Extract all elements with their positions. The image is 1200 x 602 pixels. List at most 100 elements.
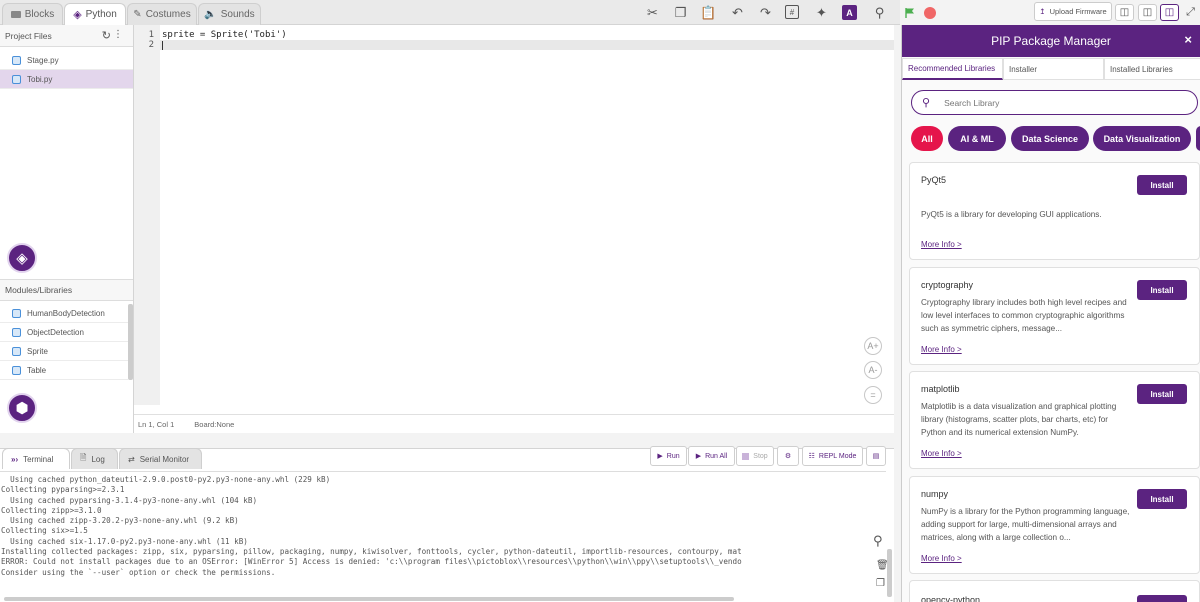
filter-data-science[interactable]: Data Science — [1011, 126, 1089, 151]
upload-firmware-button[interactable]: ↥ Upload Firmware — [1034, 2, 1112, 21]
library-search-input[interactable]: ⚲ — [911, 90, 1198, 115]
run-button[interactable]: ▶ Run — [650, 446, 687, 466]
camera-icon[interactable]: ◫ — [1115, 4, 1134, 21]
tab-installer[interactable]: Installer — [1003, 58, 1104, 80]
install-button[interactable]: Install — [1137, 280, 1187, 300]
terminal-output[interactable]: Using cached python_dateutil-2.9.0.post0… — [0, 471, 886, 593]
install-label: Install — [1150, 285, 1174, 295]
refresh-icon[interactable]: ↻ — [102, 29, 111, 42]
package-name: numpy — [921, 489, 949, 499]
upload-icon: ↥ — [1039, 7, 1046, 16]
copy-terminal-icon[interactable]: ❐ — [876, 578, 885, 589]
tab-recommended-libraries[interactable]: Recommended Libraries — [902, 58, 1003, 80]
install-label: Install — [1150, 180, 1174, 190]
filter-ai-ml[interactable]: AI & ML — [948, 126, 1006, 151]
debug-button[interactable]: ⚙ — [777, 446, 799, 466]
redo-icon[interactable]: ↷ — [757, 4, 774, 21]
upload-firmware-label: Upload Firmware — [1049, 7, 1107, 16]
expand-panel-button[interactable]: ▤ — [866, 446, 886, 466]
tab-serial-monitor[interactable]: ⇄ Serial Monitor — [119, 448, 202, 469]
repl-label: REPL Mode — [818, 452, 857, 460]
module-item-label: Sprite — [27, 346, 48, 356]
module-item-objectdetection[interactable]: ObjectDetection — [0, 323, 128, 342]
stop-square-icon — [742, 452, 750, 460]
more-info-link[interactable]: More Info > — [921, 554, 962, 563]
stop-button[interactable]: Stop — [736, 446, 774, 466]
magic-wand-icon[interactable]: ✦ — [813, 4, 830, 21]
add-module-button[interactable]: ⬢ — [7, 393, 37, 423]
tab-installed-libraries[interactable]: Installed Libraries — [1104, 58, 1200, 80]
code-line[interactable] — [162, 40, 862, 50]
tab-python[interactable]: ◈ Python — [64, 3, 126, 25]
terminal-line: Using cached six-1.17.0-py2.py3-none-any… — [1, 536, 248, 546]
tab-sounds-label: Sounds — [220, 9, 255, 20]
file-item-tobi[interactable]: Tobi.py — [0, 70, 133, 89]
close-icon[interactable]: × — [1184, 32, 1192, 47]
modules-scrollbar[interactable] — [128, 304, 133, 380]
tab-recommended-label: Recommended Libraries — [908, 63, 996, 73]
terminal-horizontal-scrollbar[interactable] — [4, 597, 734, 601]
green-flag-icon[interactable] — [901, 4, 918, 21]
zoom-out-icon[interactable]: A- — [864, 361, 882, 379]
more-info-link[interactable]: More Info > — [921, 240, 962, 249]
terminal-line: Collecting six>=1.5 — [1, 526, 88, 536]
layout-small-stage-icon[interactable]: ◫ — [1138, 4, 1157, 21]
code-lines[interactable]: sprite = Sprite('Tobi') — [162, 30, 862, 50]
package-description: Matplotlib is a data visualization and g… — [921, 402, 1117, 437]
more-options-icon[interactable]: ⋮ — [113, 29, 123, 40]
tab-serial-monitor-label: Serial Monitor — [139, 454, 190, 464]
module-item-humanbody[interactable]: HumanBodyDetection — [0, 304, 128, 323]
add-file-button[interactable]: ◈ — [7, 243, 37, 273]
install-button[interactable]: Install — [1137, 595, 1187, 602]
filter-all[interactable]: All — [911, 126, 943, 151]
code-editor[interactable]: 1 2 sprite = Sprite('Tobi') A+ A- = Ln 1… — [134, 25, 894, 433]
tab-costumes-label: Costumes — [145, 9, 191, 20]
filter-label: All — [921, 133, 933, 144]
zoom-reset-icon[interactable]: = — [864, 386, 882, 404]
filter-label: Data Science — [1021, 133, 1079, 144]
install-button[interactable]: Install — [1137, 175, 1187, 195]
library-search-field[interactable] — [944, 97, 1165, 108]
comment-icon[interactable]: # — [785, 5, 799, 19]
install-button[interactable]: Install — [1137, 489, 1187, 509]
project-files-title: Project Files — [5, 30, 52, 41]
tab-sounds[interactable]: 🔈 Sounds — [198, 3, 261, 25]
filter-data-visualization[interactable]: Data Visualization — [1093, 126, 1191, 151]
text-cursor — [162, 41, 163, 50]
undo-icon[interactable]: ↶ — [729, 4, 746, 21]
brush-icon: ✎ — [133, 9, 142, 20]
terminal-search-icon[interactable]: ⚲ — [873, 533, 883, 549]
zoom-in-icon[interactable]: A+ — [864, 337, 882, 355]
python-file-icon — [12, 55, 21, 65]
stop-icon[interactable] — [921, 4, 938, 21]
code-line[interactable]: sprite = Sprite('Tobi') — [162, 30, 862, 40]
log-icon: 🗎 — [80, 453, 87, 462]
module-item-label: HumanBodyDetection — [27, 308, 105, 318]
module-item-table[interactable]: Table — [0, 361, 128, 380]
font-style-icon[interactable]: A — [842, 5, 857, 20]
package-name: PyQt5 — [921, 175, 947, 185]
tab-costumes[interactable]: ✎ Costumes — [127, 3, 197, 25]
tab-log[interactable]: 🗎 Log — [71, 448, 118, 469]
more-info-link[interactable]: More Info > — [921, 449, 962, 458]
install-button[interactable]: Install — [1137, 384, 1187, 404]
repl-mode-button[interactable]: ☷ REPL Mode — [802, 446, 863, 466]
more-info-link[interactable]: More Info > — [921, 345, 962, 354]
tab-installer-label: Installer — [1009, 64, 1038, 74]
layout-large-stage-icon[interactable]: ◫ — [1160, 4, 1179, 21]
tab-terminal[interactable]: »› Terminal — [2, 448, 70, 469]
run-all-button[interactable]: ▶ Run All — [688, 446, 735, 466]
copy-icon[interactable]: ❐ — [672, 4, 689, 21]
terminal-vertical-scrollbar[interactable] — [887, 549, 892, 597]
filter-next-partial[interactable] — [1196, 126, 1200, 151]
tab-blocks[interactable]: Blocks — [2, 3, 63, 25]
module-item-sprite[interactable]: Sprite — [0, 342, 128, 361]
module-icon — [12, 308, 21, 318]
paste-icon[interactable]: 📋 — [700, 4, 717, 21]
file-item-stage[interactable]: Stage.py — [0, 51, 133, 70]
terminal-line: Collecting pyparsing>=2.3.1 — [1, 485, 125, 495]
search-icon[interactable]: ⚲ — [871, 4, 888, 21]
cut-icon[interactable]: ✂ — [644, 4, 661, 21]
left-panel: Project Files ↻ ⋮ Stage.py Tobi.py ◈ Mod… — [0, 25, 134, 433]
fullscreen-icon[interactable]: ⤢ — [1182, 4, 1199, 21]
